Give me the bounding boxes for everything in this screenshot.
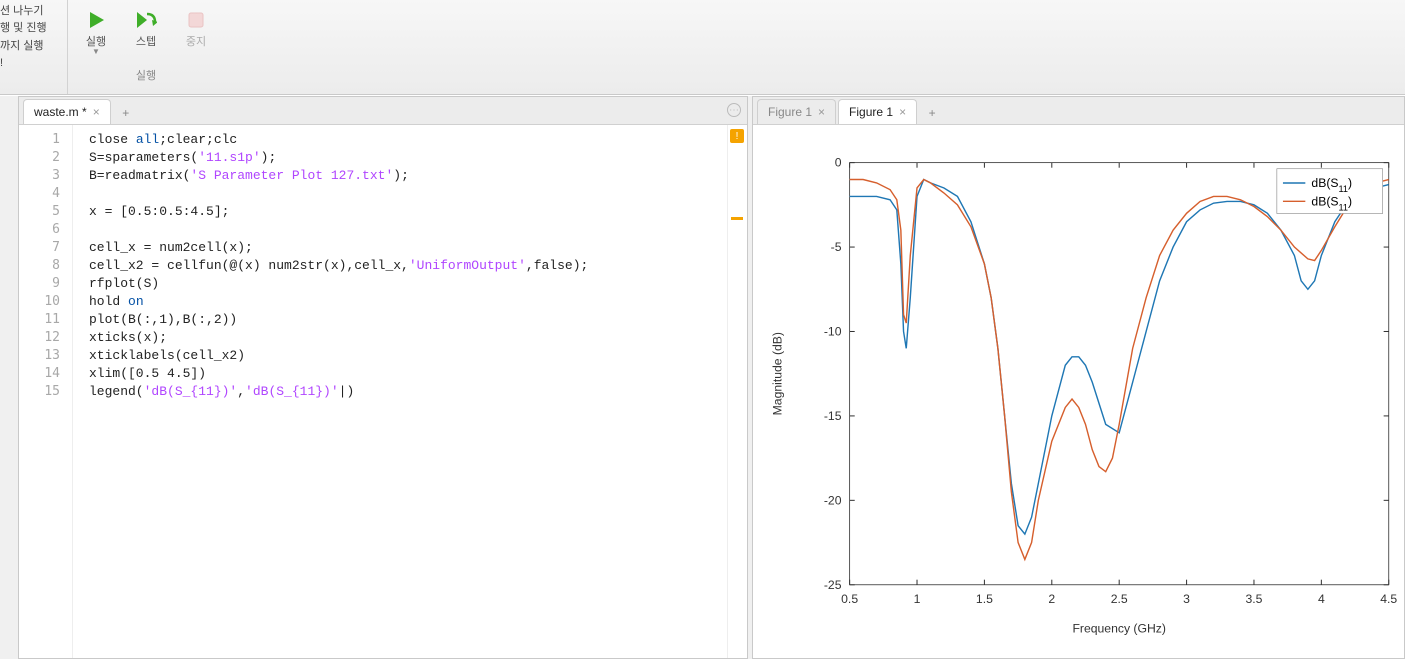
- ribbon-toolbar: 션 나누기 행 및 진행 까지 실행 ! 실행 ▼ 스텝: [0, 0, 1405, 95]
- code-editor[interactable]: 123456789101112131415 close all;clear;cl…: [19, 125, 747, 658]
- run-group-label: 실행: [136, 67, 156, 83]
- editor-tabbar: waste.m * × + ⋯: [19, 97, 747, 125]
- svg-text:-15: -15: [824, 409, 842, 423]
- svg-text:2.5: 2.5: [1111, 592, 1128, 606]
- ribbon-section-label: 션 나누기 행 및 진행 까지 실행 !: [0, 0, 68, 94]
- figure-tab-label: Figure 1: [768, 105, 812, 119]
- figure-tabbar: Figure 1 × Figure 1 × +: [753, 97, 1404, 125]
- svg-text:3.5: 3.5: [1245, 592, 1262, 606]
- line-number-gutter: 123456789101112131415: [19, 125, 73, 658]
- run-group: 실행 ▼ 스텝 중지 실행: [68, 0, 224, 94]
- svg-text:-5: -5: [831, 240, 842, 254]
- svg-text:-25: -25: [824, 578, 842, 592]
- svg-text:0: 0: [835, 156, 842, 170]
- ribbon-line-3: 까지 실행: [0, 39, 44, 54]
- new-figure-tab-button[interactable]: +: [921, 102, 943, 124]
- editor-tab-label: waste.m *: [34, 105, 87, 119]
- svg-text:Magnitude (dB): Magnitude (dB): [770, 332, 784, 415]
- svg-text:-20: -20: [824, 493, 842, 507]
- svg-text:Frequency (GHz): Frequency (GHz): [1072, 622, 1165, 636]
- step-icon: [135, 9, 157, 31]
- close-icon[interactable]: ×: [93, 105, 100, 119]
- svg-text:4: 4: [1318, 592, 1325, 606]
- run-button[interactable]: 실행 ▼: [76, 4, 116, 61]
- svg-text:2: 2: [1048, 592, 1055, 606]
- stop-icon: [185, 9, 207, 31]
- ribbon-line-1: 션 나누기: [0, 4, 44, 19]
- message-bar: !: [727, 125, 747, 658]
- tab-options-icon[interactable]: ⋯: [727, 103, 741, 117]
- figure-tab-2[interactable]: Figure 1 ×: [838, 99, 917, 124]
- close-icon[interactable]: ×: [818, 105, 825, 119]
- left-gutter-strip: [0, 96, 18, 659]
- ribbon-line-4: !: [0, 56, 3, 71]
- ribbon-line-2: 행 및 진행: [0, 21, 47, 36]
- chevron-down-icon: ▼: [92, 47, 100, 56]
- close-icon[interactable]: ×: [899, 105, 906, 119]
- svg-text:1.5: 1.5: [976, 592, 993, 606]
- svg-text:1: 1: [914, 592, 921, 606]
- figure-canvas[interactable]: 0.5 1 1.5 2 2.5 3 3.5 4 4.5 0 -5 -10 -15 -20 -25 Freque…: [753, 125, 1404, 658]
- svg-text:4.5: 4.5: [1380, 592, 1397, 606]
- warning-marker[interactable]: [731, 217, 743, 220]
- figure-tab-label: Figure 1: [849, 105, 893, 119]
- svg-text:0.5: 0.5: [841, 592, 858, 606]
- svg-text:-10: -10: [824, 325, 842, 339]
- warning-icon[interactable]: !: [730, 129, 744, 143]
- editor-pane: waste.m * × + ⋯ 123456789101112131415 cl…: [18, 96, 748, 659]
- main-split: waste.m * × + ⋯ 123456789101112131415 cl…: [0, 95, 1405, 659]
- figure-tab-1[interactable]: Figure 1 ×: [757, 99, 836, 124]
- line-chart: 0.5 1 1.5 2 2.5 3 3.5 4 4.5 0 -5 -10 -15 -20 -25 Freque…: [753, 125, 1404, 658]
- step-button[interactable]: 스텝: [126, 4, 166, 61]
- stop-button: 중지: [176, 4, 216, 61]
- play-icon: [85, 9, 107, 31]
- editor-tab-waste[interactable]: waste.m * ×: [23, 99, 111, 124]
- new-tab-button[interactable]: +: [115, 102, 137, 124]
- figure-pane: Figure 1 × Figure 1 × + 0.5 1 1.5 2 2.5 3 3.5 4…: [752, 96, 1405, 659]
- code-area[interactable]: close all;clear;clcS=sparameters('11.s1p…: [73, 125, 727, 658]
- svg-text:3: 3: [1183, 592, 1190, 606]
